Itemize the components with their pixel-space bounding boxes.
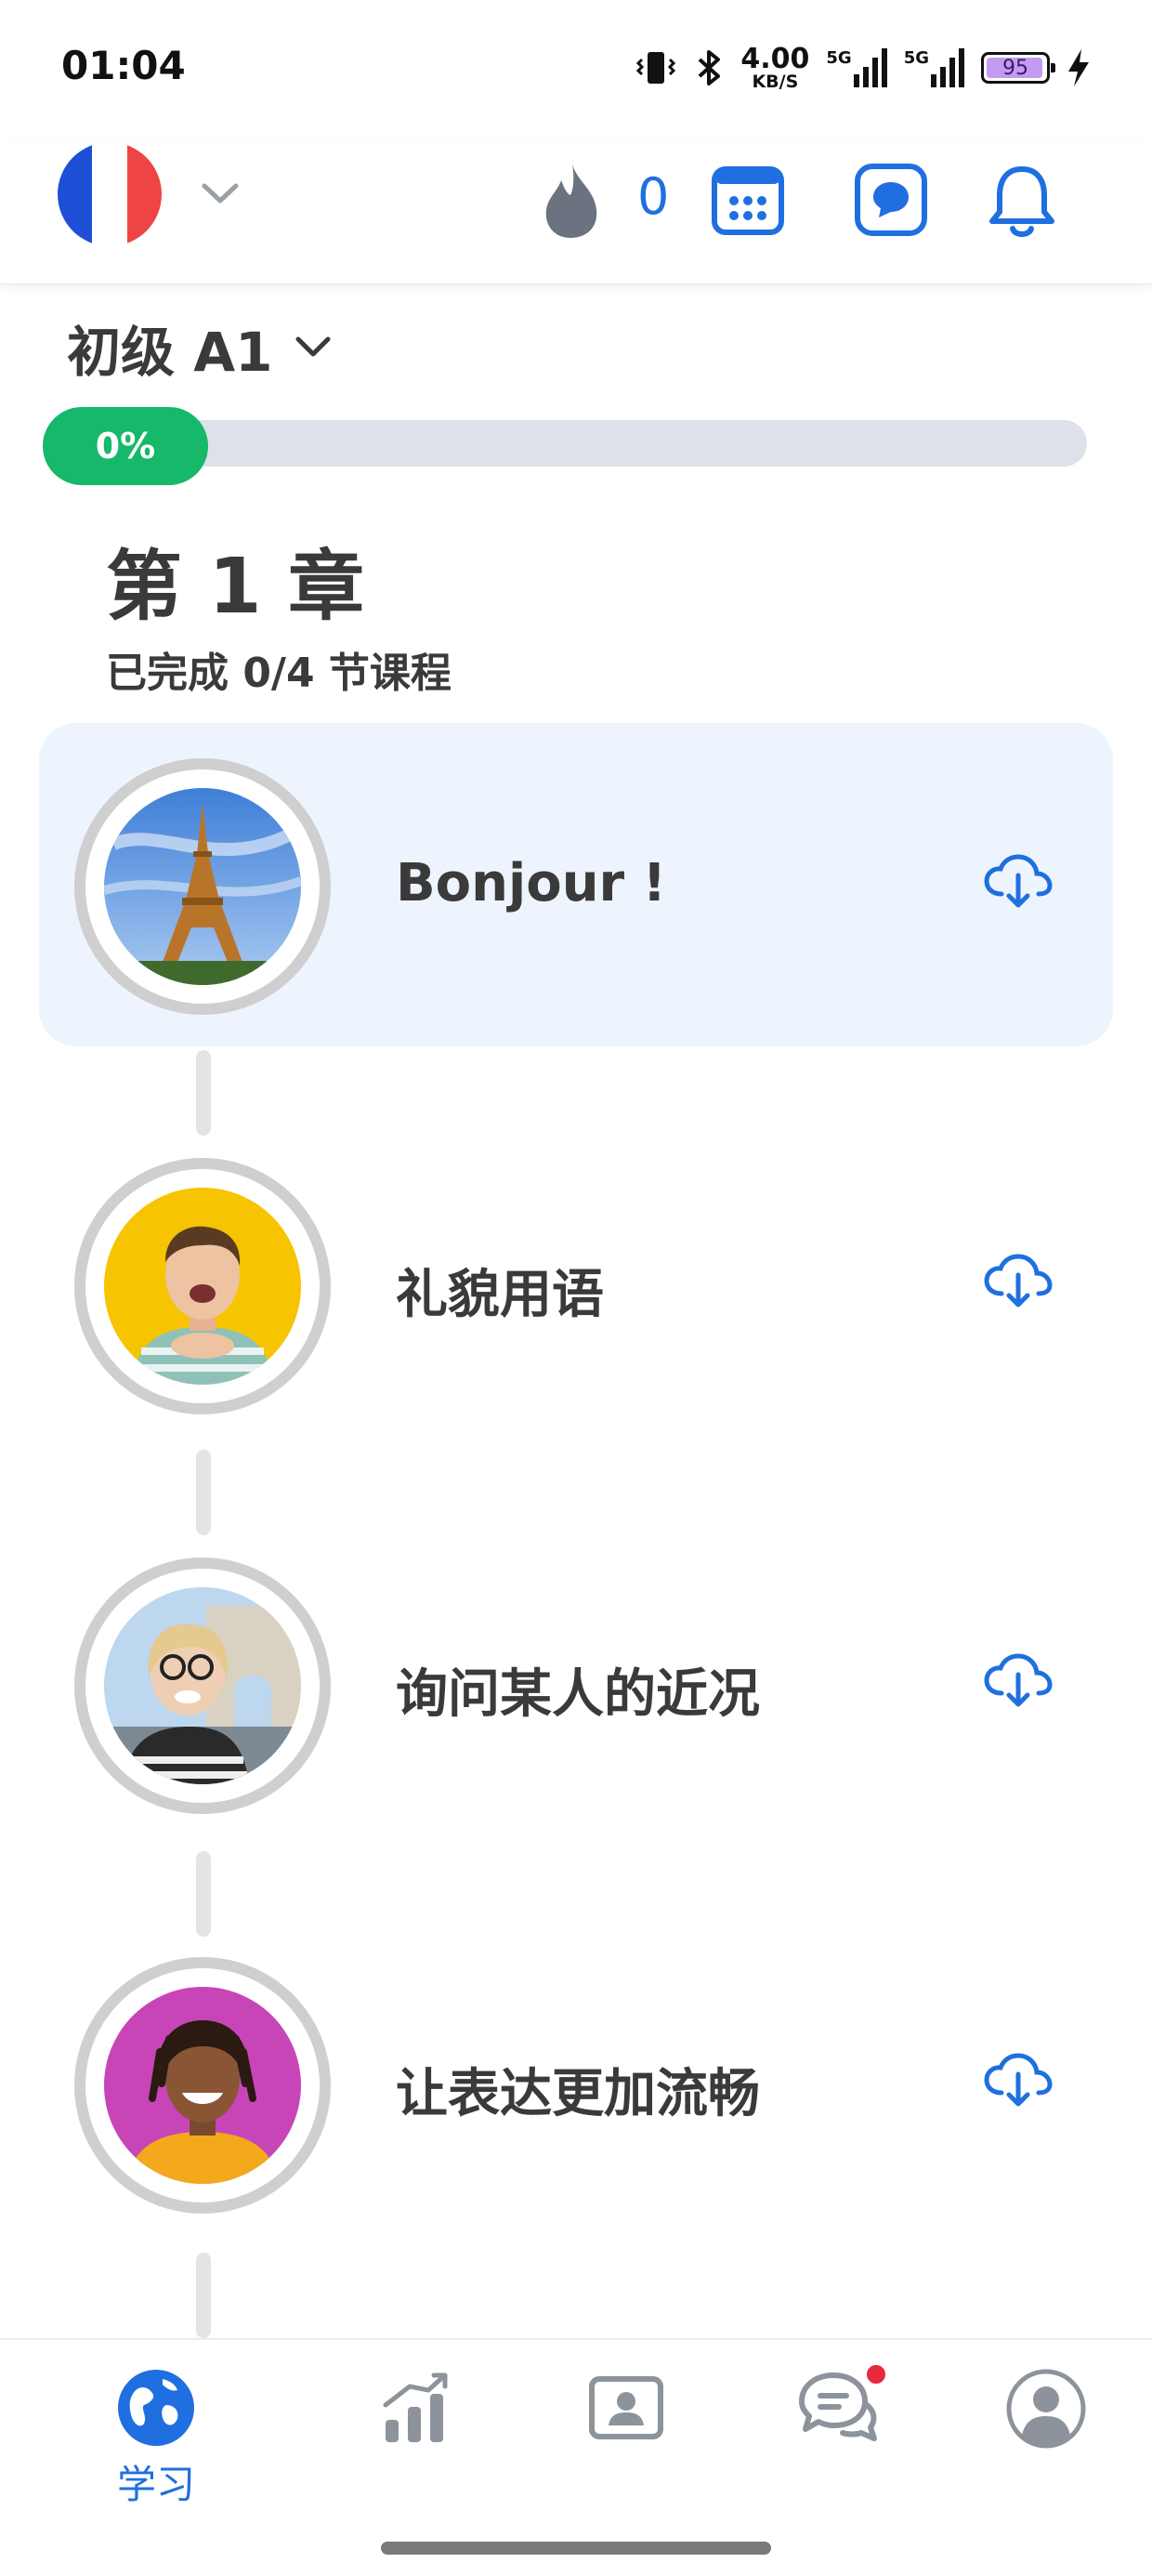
bell-icon[interactable]: [985, 162, 1059, 242]
signal-1-label: 5G: [826, 48, 852, 68]
chevron-down-icon[interactable]: [199, 175, 242, 212]
lesson-image-ring: [74, 1957, 331, 2214]
lesson-image-ring: [74, 1557, 331, 1814]
man-dreadlocks-photo: [104, 1987, 301, 2184]
home-indicator[interactable]: [381, 2542, 771, 2555]
signal-2: 5G: [904, 48, 964, 87]
lesson-title[interactable]: 询问某人的近况: [396, 1652, 760, 1728]
charging-icon: [1068, 49, 1089, 86]
lesson-image-ring: [74, 758, 331, 1015]
cloud-download-icon[interactable]: [983, 2052, 1054, 2108]
chapter-title: 第 1 章: [106, 543, 365, 631]
level-title[interactable]: 初级 A1: [67, 309, 272, 387]
net-speed-value: 4.00: [740, 42, 810, 75]
network-speed: 4.00 KB/S: [740, 42, 810, 92]
lesson-title[interactable]: 让表达更加流畅: [396, 2052, 760, 2127]
nav-tutor[interactable]: [561, 2368, 691, 2448]
flag-blue-stripe: [58, 142, 93, 246]
net-speed-unit: KB/S: [752, 71, 799, 92]
calendar-icon[interactable]: [710, 162, 786, 238]
eiffel-tower-photo: [104, 788, 301, 985]
status-bar: 01:04 4.00 KB/S 5G 5G 95: [0, 0, 1152, 139]
cloud-download-icon[interactable]: [983, 1253, 1054, 1308]
nav-community[interactable]: [773, 2362, 903, 2448]
flag-white-stripe: [92, 142, 127, 246]
vibrate-icon: [636, 52, 676, 84]
top-header: 0: [0, 139, 1152, 284]
nav-profile[interactable]: [981, 2368, 1111, 2450]
signal-bars-icon: [931, 48, 964, 87]
signal-1: 5G: [826, 48, 887, 87]
smiling-man-photo: [104, 1188, 301, 1385]
lesson-card[interactable]: 礼貌用语: [39, 1123, 1113, 1446]
flag-red-stripe: [126, 142, 162, 246]
battery-level: 95: [1002, 56, 1028, 80]
signal-bars-icon: [853, 48, 887, 87]
streak-count[interactable]: 0: [637, 167, 669, 226]
level-selector[interactable]: 初级 A1: [67, 309, 334, 387]
flame-icon[interactable]: [539, 160, 604, 240]
globe-icon[interactable]: [116, 2368, 196, 2448]
notification-dot: [864, 2362, 888, 2386]
lesson-title[interactable]: Bonjour !: [396, 853, 666, 913]
nav-progress[interactable]: [351, 2368, 481, 2448]
lesson-card[interactable]: 询问某人的近况: [39, 1522, 1113, 1846]
nav-learn[interactable]: 学习: [91, 2368, 221, 2510]
lesson-connector: [196, 2253, 211, 2338]
chevron-down-icon[interactable]: [293, 332, 334, 363]
signal-2-label: 5G: [903, 48, 929, 68]
cloud-download-icon[interactable]: [983, 853, 1054, 909]
tutor-icon[interactable]: [586, 2368, 666, 2448]
progress-chart-icon[interactable]: [376, 2368, 456, 2448]
lesson-card[interactable]: 让表达更加流畅: [39, 1922, 1113, 2245]
chapter-subtitle: 已完成 0/4 节课程: [106, 650, 452, 697]
bottom-nav: 学习: [0, 2338, 1152, 2576]
chat-bubble-icon[interactable]: [853, 162, 929, 238]
battery-indicator: 95: [981, 52, 1055, 84]
lesson-image-ring: [74, 1158, 331, 1414]
nav-learn-label[interactable]: 学习: [117, 2453, 195, 2510]
status-time: 01:04: [61, 43, 186, 88]
cloud-download-icon[interactable]: [983, 1652, 1054, 1708]
status-icons: 4.00 KB/S 5G 5G 95: [635, 41, 1091, 95]
bluetooth-icon: [699, 50, 721, 85]
profile-icon[interactable]: [1005, 2368, 1087, 2450]
woman-arc-de-triomphe-photo: [104, 1587, 301, 1784]
level-progress-label: 0%: [43, 407, 208, 485]
lesson-card[interactable]: Bonjour !: [39, 723, 1113, 1046]
language-flag[interactable]: [58, 142, 162, 246]
lesson-title[interactable]: 礼貌用语: [396, 1253, 604, 1328]
